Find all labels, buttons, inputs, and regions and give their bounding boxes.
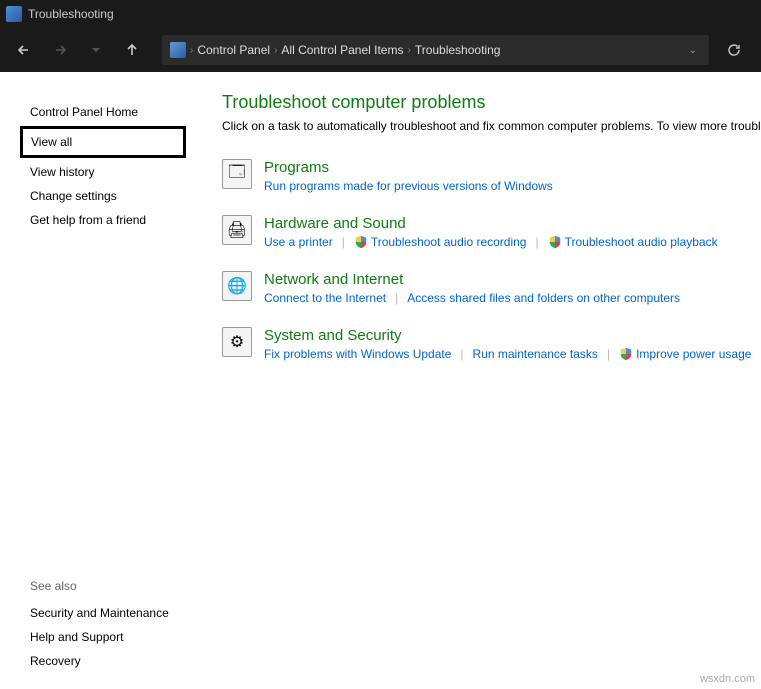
chevron-right-icon: › <box>274 45 277 56</box>
category-links: Use a printer | Troubleshoot audio recordi… <box>264 235 761 249</box>
task-label: Troubleshoot audio recording <box>371 235 527 249</box>
separator: | <box>535 235 538 249</box>
up-button[interactable] <box>118 36 146 64</box>
navbar: › Control Panel › All Control Panel Item… <box>0 28 761 72</box>
see-also-link[interactable]: Help and Support <box>26 625 200 649</box>
sidebar-link[interactable]: View history <box>26 160 200 184</box>
task-link[interactable]: Improve power usage <box>619 347 751 361</box>
category-icon: 🗔 <box>222 159 252 189</box>
shield-icon <box>354 235 368 249</box>
sidebar-link[interactable]: View all <box>20 126 186 158</box>
breadcrumb-item[interactable]: Troubleshooting <box>415 43 501 57</box>
task-link[interactable]: Run programs made for previous versions … <box>264 179 553 193</box>
category-title[interactable]: System and Security <box>264 327 761 344</box>
content: Control Panel HomeView allView historyCh… <box>0 72 761 689</box>
separator: | <box>607 347 610 361</box>
refresh-button[interactable] <box>717 35 751 65</box>
window-title: Troubleshooting <box>28 7 114 21</box>
task-label: Run programs made for previous versions … <box>264 179 553 193</box>
page-title: Troubleshoot computer problems <box>222 92 761 113</box>
task-label: Access shared files and folders on other… <box>407 291 680 305</box>
task-label: Troubleshoot audio playback <box>565 235 718 249</box>
category-title[interactable]: Network and Internet <box>264 271 761 288</box>
category-links: Connect to the Internet | Access shared fi… <box>264 291 761 305</box>
separator: | <box>395 291 398 305</box>
separator: | <box>460 347 463 361</box>
task-link[interactable]: Troubleshoot audio playback <box>548 235 718 249</box>
category-links: Fix problems with Windows Update | Run mai… <box>264 347 761 361</box>
category: 🗔 Programs Run programs made for previous … <box>222 159 761 193</box>
address-icon <box>170 42 186 58</box>
category-title[interactable]: Hardware and Sound <box>264 215 761 232</box>
category: 🖨 Hardware and Sound Use a printer | Trouble… <box>222 215 761 249</box>
watermark: wsxdn.com <box>700 673 755 685</box>
sidebar-link[interactable]: Change settings <box>26 184 200 208</box>
page-subtitle: Click on a task to automatically trouble… <box>222 119 761 133</box>
task-label: Connect to the Internet <box>264 291 386 305</box>
category-links: Run programs made for previous versions … <box>264 179 761 193</box>
back-button[interactable] <box>10 36 38 64</box>
main: Troubleshoot computer problems Click on … <box>200 72 761 689</box>
category-icon: 🌐 <box>222 271 252 301</box>
task-link[interactable]: Connect to the Internet <box>264 291 386 305</box>
category-icon: ⚙ <box>222 327 252 357</box>
category: 🌐 Network and Internet Connect to the Inte… <box>222 271 761 305</box>
sidebar-link[interactable]: Control Panel Home <box>26 100 200 124</box>
address-bar[interactable]: › Control Panel › All Control Panel Item… <box>162 35 709 65</box>
recent-dropdown[interactable] <box>82 36 110 64</box>
category: ⚙ System and Security Fix problems with Wi… <box>222 327 761 361</box>
app-icon <box>6 6 22 22</box>
task-link[interactable]: Run maintenance tasks <box>473 347 598 361</box>
breadcrumb-item[interactable]: Control Panel <box>197 43 270 57</box>
see-also-link[interactable]: Security and Maintenance <box>26 601 200 625</box>
shield-icon <box>619 347 633 361</box>
chevron-right-icon: › <box>407 45 410 56</box>
task-link[interactable]: Troubleshoot audio recording <box>354 235 527 249</box>
forward-button[interactable] <box>46 36 74 64</box>
chevron-right-icon: › <box>190 45 193 56</box>
sidebar: Control Panel HomeView allView historyCh… <box>0 72 200 689</box>
shield-icon <box>548 235 562 249</box>
category-title[interactable]: Programs <box>264 159 761 176</box>
see-also-label: See also <box>26 574 200 601</box>
category-icon: 🖨 <box>222 215 252 245</box>
task-label: Improve power usage <box>636 347 751 361</box>
breadcrumb-item[interactable]: All Control Panel Items <box>281 43 403 57</box>
task-label: Use a printer <box>264 235 333 249</box>
separator: | <box>342 235 345 249</box>
task-label: Fix problems with Windows Update <box>264 347 451 361</box>
sidebar-link[interactable]: Get help from a friend <box>26 208 200 232</box>
task-link[interactable]: Use a printer <box>264 235 333 249</box>
task-label: Run maintenance tasks <box>473 347 598 361</box>
address-dropdown[interactable]: ⌄ <box>685 45 701 56</box>
titlebar: Troubleshooting <box>0 0 761 28</box>
see-also-link[interactable]: Recovery <box>26 649 200 673</box>
task-link[interactable]: Access shared files and folders on other… <box>407 291 680 305</box>
task-link[interactable]: Fix problems with Windows Update <box>264 347 451 361</box>
